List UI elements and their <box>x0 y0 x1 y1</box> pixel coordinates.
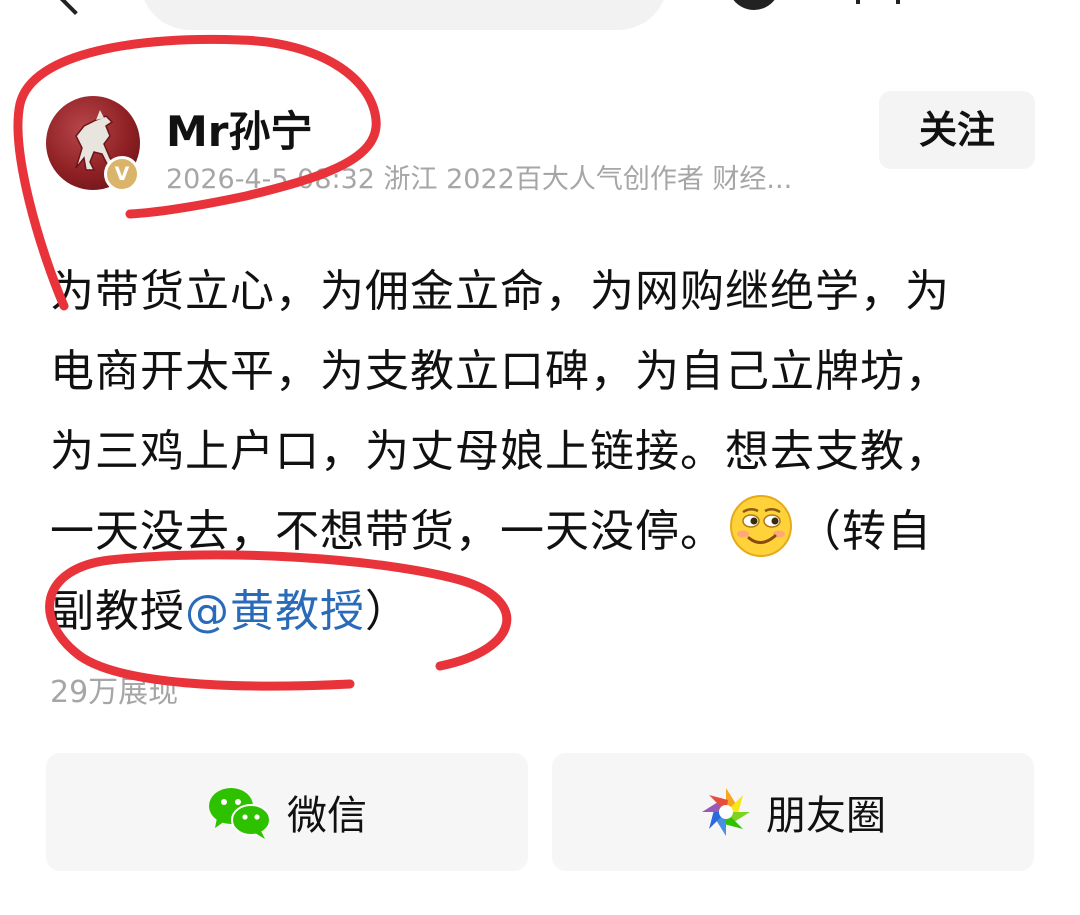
back-arrow-icon[interactable] <box>50 0 100 16</box>
post-meta: 2026-4-5 08:32 浙江 2022百大人气创作者 财经... <box>166 164 793 195</box>
wechat-icon <box>209 788 271 839</box>
mention-link[interactable]: @黄教授 <box>185 586 365 637</box>
content-text: ） <box>365 586 410 637</box>
search-bar[interactable] <box>140 0 668 30</box>
content-text: （转自 <box>797 506 932 557</box>
content-line: 一天没去，不想带货，一天没停。 （转自 <box>50 492 1020 572</box>
share-wechat-button[interactable]: 微信 <box>46 753 528 871</box>
more-icon[interactable] <box>856 0 900 4</box>
post-content: 为带货立心，为佣金立命，为网购继绝学，为 电商开太平，为支教立口碑，为自己立牌坊… <box>50 252 1020 652</box>
verified-badge-icon: V <box>104 156 140 192</box>
post-detail-screen: V Mr孙宁 2026-4-5 08:32 浙江 2022百大人气创作者 财经.… <box>0 0 1080 915</box>
moments-icon <box>702 788 750 836</box>
content-text: 一天没去，不想带货，一天没停。 <box>50 506 725 557</box>
content-line: 为带货立心，为佣金立命，为网购继绝学，为 <box>50 266 950 317</box>
smirk-emoji-icon <box>730 495 792 557</box>
share-moments-button[interactable]: 朋友圈 <box>552 753 1034 871</box>
top-toolbar-icon[interactable] <box>728 0 780 10</box>
content-line: 副教授@黄教授） <box>50 572 1020 652</box>
author-name[interactable]: Mr孙宁 <box>166 98 313 159</box>
follow-button[interactable]: 关注 <box>879 91 1035 169</box>
content-text: 副教授 <box>50 586 185 637</box>
content-line: 电商开太平，为支教立口碑，为自己立牌坊， <box>50 346 950 397</box>
view-count: 29万展现 <box>50 675 179 710</box>
share-moments-label: 朋友圈 <box>766 793 886 839</box>
content-line: 为三鸡上户口，为丈母娘上链接。想去支教， <box>50 426 950 477</box>
share-wechat-label: 微信 <box>287 793 367 839</box>
